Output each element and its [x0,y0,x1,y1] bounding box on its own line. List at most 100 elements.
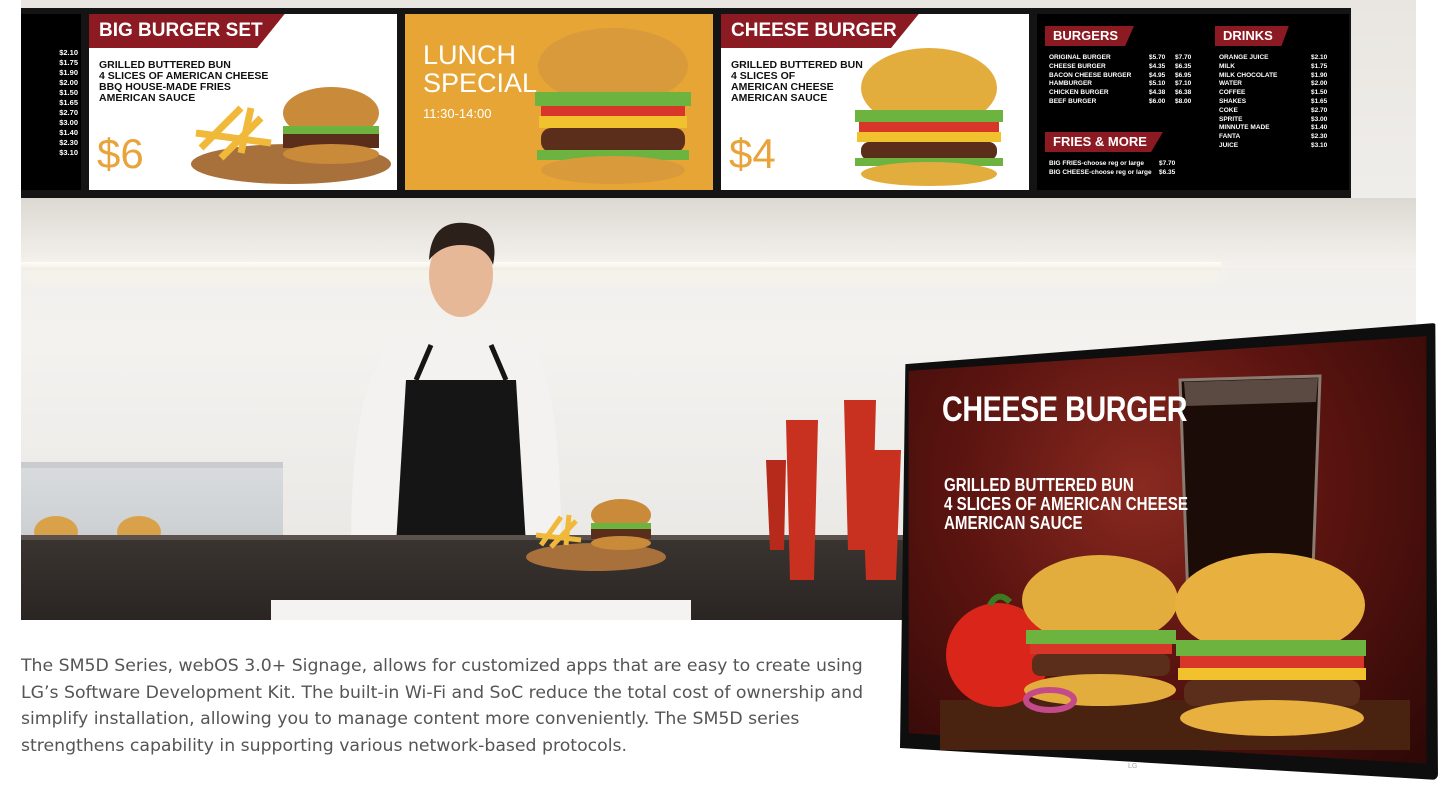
drink-price: $2.10 [1311,54,1328,61]
drink-price: $1.65 [1311,97,1328,105]
cheese-burger-title: CHEESE BURGER [721,14,919,48]
lunch-special-line2: SPECIAL [423,68,538,98]
drinks-heading: DRINKS [1215,26,1289,46]
drink-name: SPRITE [1219,115,1243,123]
drink-item: JUICE $3.10 [1219,142,1335,151]
burger-name: HAMBURGER [1049,80,1092,88]
burger-price-combo: $6.35 [1175,62,1192,70]
fries-name: BIG FRIES-choose reg or large [1049,160,1144,167]
drink-name: MILK [1219,62,1235,70]
partial-price: $3.00 [59,118,78,127]
drink-item: SHAKES $1.65 [1219,98,1335,107]
drink-item: MILK $1.75 [1219,63,1335,72]
partial-price: $1.75 [59,58,78,67]
cheese-burger-image [855,48,1003,186]
cheese-burger-panel: CHEESE BURGER GRILLED BUTTERED BUN 4 SLI… [721,14,1029,190]
burger-price-combo: $8.00 [1175,97,1192,105]
burger-price-regular: $5.70 [1149,54,1166,61]
burger-name: BACON CHEESE BURGER [1049,71,1132,79]
wall-soffit [21,198,1416,268]
drink-name: COFFEE [1219,89,1246,97]
burger-item: HAMBURGER $5.10 $7.10 [1049,80,1201,89]
partial-price: $1.65 [59,98,78,107]
drink-price: $3.00 [1311,115,1328,123]
drink-price: $2.70 [1311,106,1328,114]
drink-name: MILK CHOCOLATE [1219,71,1278,79]
burgers-list: ORIGINAL BURGER $5.70 $7.70 CHEESE BURGER $… [1049,54,1201,107]
drinks-list: ORANGE JUICE $2.10 MILK $1.75 MILK CHOCOLA… [1219,54,1335,151]
partial-price: $2.10 [59,48,78,57]
cheese-burger-price: $4 [729,130,776,177]
full-menu-panel: BURGERS ORIGINAL BURGER $5.70 $7.70 CHEESE… [1037,14,1349,190]
burger-item: CHICKEN BURGER $4.38 $6.38 [1049,89,1201,98]
burger-name: ORIGINAL BURGER [1049,54,1111,61]
drink-price: $2.00 [1311,80,1328,88]
big-burger-set-title: BIG BURGER SET [89,14,285,48]
burger-tray [526,499,666,571]
burger-price-regular: $4.95 [1149,71,1166,79]
burger-price-combo: $7.70 [1175,54,1192,61]
partial-price: $1.50 [59,88,78,97]
tv-title: CHEESE BURGER [942,390,1188,429]
drink-price: $2.30 [1311,133,1328,141]
fries-item: BIG CHEESE-choose reg or large $6.35 [1049,169,1185,178]
drink-price: $1.75 [1311,62,1328,70]
burger-item: ORIGINAL BURGER $5.70 $7.70 [1049,54,1201,63]
digital-menu-board: $2.10 $1.75 $1.90 $2.00 $1.50 $1.65 $2.7… [21,8,1351,198]
burger-item: BEEF BURGER $6.00 $8.00 [1049,98,1201,107]
partial-price: $2.00 [59,78,78,87]
drink-name: WATER [1219,80,1242,88]
drink-name: ORANGE JUICE [1219,54,1269,61]
menu-panel-partial: $2.10 $1.75 $1.90 $2.00 $1.50 $1.65 $2.7… [21,14,81,190]
tv-brand-logo: LG [1128,763,1138,770]
burger-name: CHEESE BURGER [1049,62,1106,70]
big-burger-set-price: $6 [97,130,144,177]
burger-item: BACON CHEESE BURGER $4.95 $6.95 [1049,72,1201,81]
partial-price: $1.90 [59,68,78,77]
fries-item: BIG FRIES-choose reg or large $7.70 [1049,160,1185,169]
tv-burgers-image [940,553,1410,750]
drink-price: $3.10 [1311,141,1328,149]
fries-name: BIG CHEESE-choose reg or large [1049,168,1152,176]
partial-price: $3.10 [59,148,78,157]
drink-price: $1.50 [1311,89,1328,97]
partial-price: $2.30 [59,138,78,147]
counter-front [271,600,691,620]
burger-price-regular: $6.00 [1149,97,1166,105]
drink-name: MINNUTE MADE [1219,124,1270,132]
paper-cup-stacks [766,400,901,580]
partial-price: $2.70 [59,108,78,117]
fries-list: BIG FRIES-choose reg or large $7.70 BIG C… [1049,160,1185,178]
partial-price-column: $2.10 $1.75 $1.90 $2.00 $1.50 $1.65 $2.7… [59,48,78,158]
fries-price: $7.70 [1159,160,1176,167]
drink-item: MILK CHOCOLATE $1.90 [1219,72,1335,81]
ceiling-light-strip [21,262,1221,270]
burger-price-regular: $4.35 [1149,62,1166,70]
drink-item: COKE $2.70 [1219,107,1335,116]
burger-name: CHICKEN BURGER [1049,89,1109,97]
lunch-special-time: 11:30-14:00 [423,106,492,121]
drink-price: $1.40 [1311,124,1328,132]
drink-item: MINNUTE MADE $1.40 [1219,124,1335,133]
tv-description: GRILLED BUTTERED BUN 4 SLICES OF AMERICA… [944,475,1188,533]
big-burger-set-panel: BIG BURGER SET GRILLED BUTTERED BUN 4 SL… [89,14,397,190]
large-burger-image [535,28,691,184]
fries-price: $6.35 [1159,168,1176,176]
fries-heading: FRIES & MORE [1045,132,1163,152]
drink-price: $1.90 [1311,71,1328,79]
burger-price-combo: $6.38 [1175,89,1192,97]
drink-item: FANTA $2.30 [1219,133,1335,142]
burger-fries-image [191,87,391,184]
burger-item: CHEESE BURGER $4.35 $6.35 [1049,63,1201,72]
drink-item: ORANGE JUICE $2.10 [1219,54,1335,63]
burger-name: BEEF BURGER [1049,97,1097,105]
burger-price-regular: $5.10 [1149,80,1166,88]
burger-price-combo: $6.95 [1175,71,1192,79]
burger-price-regular: $4.38 [1149,89,1166,97]
lunch-special-line1: LUNCH [423,40,517,70]
burgers-heading: BURGERS [1045,26,1135,46]
lunch-special-panel: LUNCH SPECIAL 11:30-14:00 [405,14,713,190]
drink-item: COFFEE $1.50 [1219,89,1335,98]
burger-price-combo: $7.10 [1175,80,1192,88]
product-caption: The SM5D Series, webOS 3.0+ Signage, all… [21,656,864,756]
